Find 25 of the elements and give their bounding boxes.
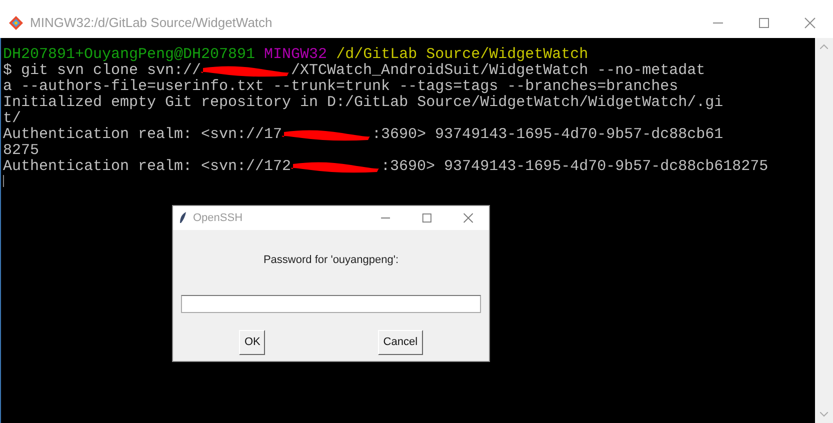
dialog-button[interactable]: OK (239, 330, 266, 354)
password-prompt: Password for 'ouyangpeng': (263, 253, 399, 268)
prompt-text: DH207891+OuyangPeng@DH207891 (3, 47, 256, 63)
feather-icon (179, 212, 187, 224)
dialog-button[interactable]: Cancel (378, 330, 423, 354)
cursor (3, 175, 4, 187)
terminal-line: Initialized empty Git repository in D:/GitLab Source/WidgetWatch/WidgetWatch/.gi (3, 95, 724, 111)
scrollbar[interactable] (815, 38, 833, 423)
dialog-title: OpenSSH (193, 210, 243, 226)
terminal-line: Authentication realm: <svn://172 (3, 159, 292, 175)
git-logo-icon (8, 15, 24, 31)
terminal-line: t/ (3, 111, 22, 127)
terminal-line: :3690> 93749143-1695-4d70-9b57-dc88cb61 (372, 127, 724, 143)
prompt-text: /d/GitLab Source/WidgetWatch (336, 47, 588, 63)
password-field[interactable] (181, 294, 481, 312)
terminal-line: a --authors-file=userinfo.txt --trunk=trunk --tags=tags --branches=branches (3, 79, 678, 95)
terminal-line: 8275 (3, 143, 40, 159)
terminal-line: Authentication realm: <svn://17 (3, 127, 282, 143)
terminal-line: /XTCWatch_AndroidSuit/WidgetWatch --no-metadat (291, 63, 706, 79)
scroll-down-icon[interactable] (820, 412, 828, 417)
terminal-line: :3690> 93749143-1695-4d70-9b57-dc88cb618275 (381, 159, 768, 175)
prompt-text: MINGW32 (264, 47, 328, 63)
terminal-line: $ git svn clone svn:// (3, 63, 202, 79)
window-title: MINGW32:/d/GitLab Source/WidgetWatch (30, 14, 272, 32)
scroll-up-icon[interactable] (820, 44, 828, 49)
